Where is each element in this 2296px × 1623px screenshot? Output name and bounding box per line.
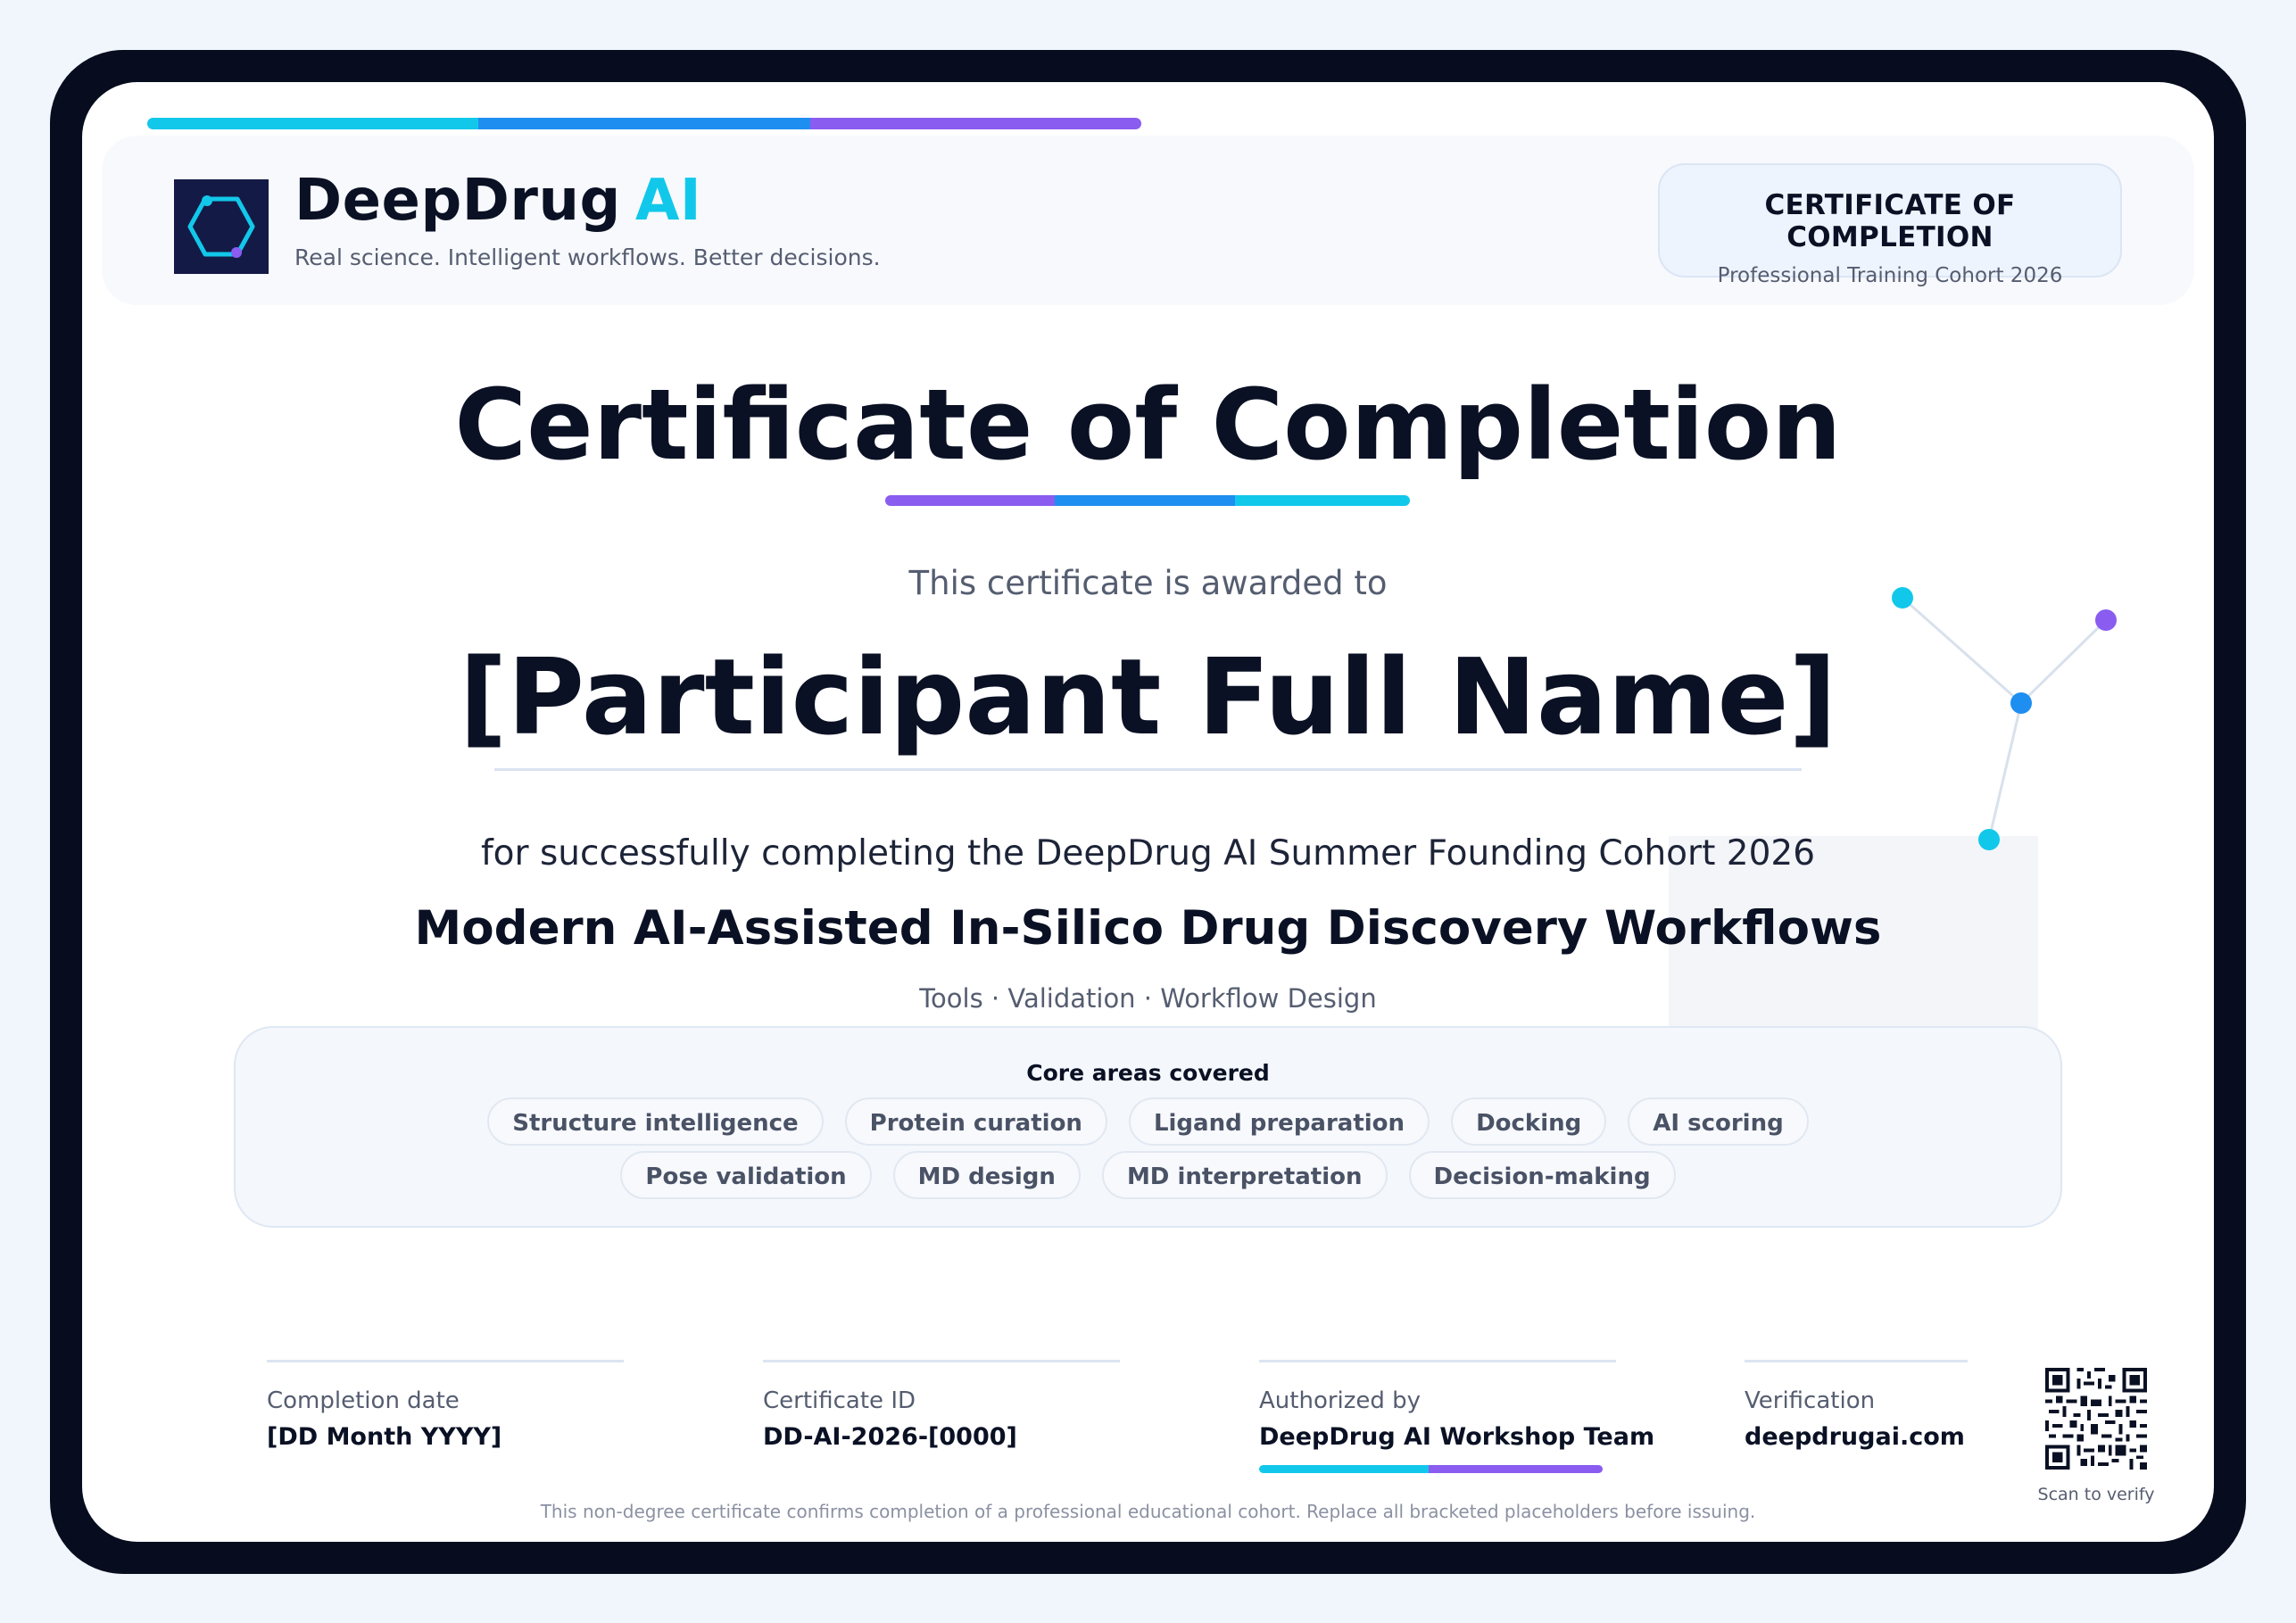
signature-accent-line <box>1259 1465 1603 1473</box>
verification-block: Verification deepdrugai.com <box>1745 1360 1968 1451</box>
topic-chip: Ligand preparation <box>1128 1097 1430 1146</box>
authorized-by-block: Authorized by DeepDrug AI Workshop Team <box>1259 1360 1654 1473</box>
brand-tagline: Real science. Intelligent workflows. Bet… <box>294 244 881 270</box>
core-areas-title: Core areas covered <box>1026 1060 1270 1086</box>
authorized-by-value: DeepDrug AI Workshop Team <box>1259 1423 1655 1451</box>
footer-rule <box>1259 1360 1616 1362</box>
footer-rule <box>763 1360 1120 1362</box>
verification-label: Verification <box>1745 1387 1876 1414</box>
badge-subtitle: Professional Training Cohort 2026 <box>1717 264 2063 287</box>
completion-date-label: Completion date <box>267 1387 460 1414</box>
top-accent-bar <box>147 118 1141 129</box>
topic-chip: MD design <box>892 1151 1081 1199</box>
footer-rule <box>1745 1360 1968 1362</box>
topic-chip: Decision-making <box>1408 1151 1676 1199</box>
brand-name-accent: AI <box>634 168 702 234</box>
completion-date-value: [DD Month YYYY] <box>267 1423 502 1451</box>
core-areas-row-1: Structure intelligence Protein curation … <box>236 1097 2060 1146</box>
topic-chip: Docking <box>1451 1097 1607 1146</box>
certificate-card: DeepDrug AI Real science. Intelligent wor… <box>82 82 2214 1542</box>
hexagon-molecule-icon <box>174 179 269 274</box>
badge-title: CERTIFICATE OF COMPLETION <box>1764 189 2016 253</box>
awarded-to-label: This certificate is awarded to <box>908 564 1388 602</box>
topic-chip: Protein curation <box>844 1097 1107 1146</box>
brand-name: DeepDrug AI <box>294 168 701 234</box>
title-underline <box>885 495 1410 506</box>
completion-statement: for successfully completing the DeepDrug… <box>480 833 1816 874</box>
footer-rule <box>267 1360 624 1362</box>
brand-name-main: DeepDrug <box>294 168 621 234</box>
course-subline: Tools · Validation · Workflow Design <box>919 983 1377 1014</box>
certificate-id-block: Certificate ID DD-AI-2026-[0000] <box>763 1360 1120 1451</box>
topic-chip: Pose validation <box>620 1151 872 1199</box>
verification-link[interactable]: deepdrugai.com <box>1745 1423 1968 1451</box>
certificate-type-badge: CERTIFICATE OF COMPLETION Professional T… <box>1658 163 2122 287</box>
topic-chip: Structure intelligence <box>487 1097 824 1146</box>
participant-name: [Participant Full Name] <box>459 635 1837 758</box>
core-areas-row-2: Pose validation MD design MD interpretat… <box>236 1151 2060 1199</box>
name-underline <box>494 768 1802 771</box>
certificate-id-value: DD-AI-2026-[0000] <box>763 1423 1017 1451</box>
authorized-by-label: Authorized by <box>1259 1387 1422 1414</box>
topic-chip: MD interpretation <box>1101 1151 1388 1199</box>
core-areas-panel: Core areas covered Structure intelligenc… <box>234 1026 2062 1228</box>
completion-date-block: Completion date [DD Month YYYY] <box>267 1360 624 1451</box>
qr-code-icon[interactable] <box>2045 1368 2147 1470</box>
course-title: Modern AI-Assisted In-Silico Drug Discov… <box>414 901 1882 956</box>
disclaimer-text: This non-degree certificate confirms com… <box>540 1501 1756 1522</box>
certificate-id-label: Certificate ID <box>763 1387 916 1414</box>
certificate-title: Certificate of Completion <box>454 368 1842 482</box>
topic-chip: AI scoring <box>1628 1097 1809 1146</box>
